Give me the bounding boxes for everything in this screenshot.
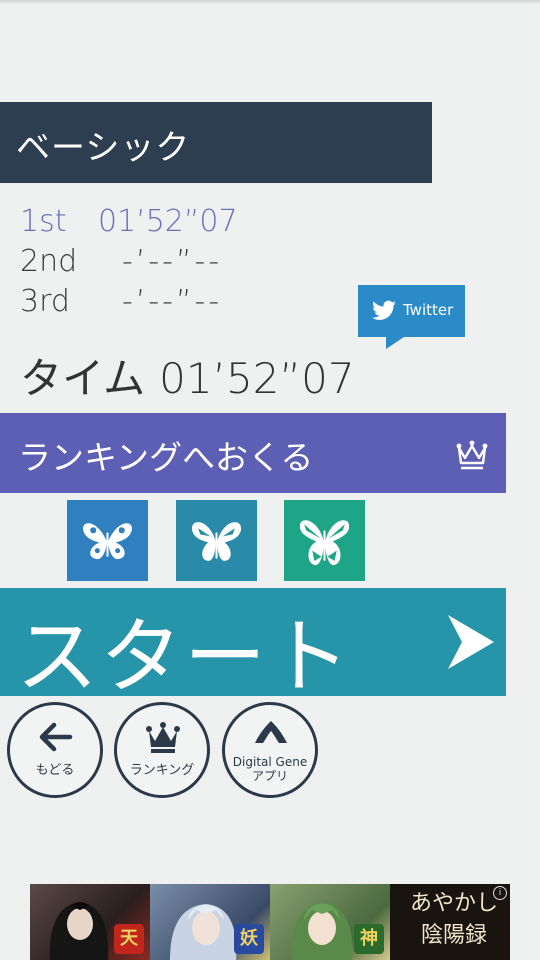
apps-label-line2: アプリ [251,769,288,783]
arrow-left-icon [39,722,73,752]
status-shadow [0,0,540,4]
digital-gene-apps-button[interactable]: Digital Gene アプリ [222,702,318,798]
ad-character-3: 神 [270,884,390,960]
mode-banner: ベーシック [0,102,432,183]
ad-title-line2: 陰陽録 [420,923,487,948]
difficulty-hard-button[interactable] [284,500,365,581]
ad-badge: 神 [354,924,384,954]
record-place: 3rd [20,284,70,319]
ad-info-icon[interactable]: i [493,886,507,900]
ad-title: あやかし 陰陽録 [398,888,510,952]
butterfly-icon [83,523,132,560]
ranking-button[interactable]: ランキング [114,702,210,798]
start-label: スタート [16,610,353,705]
ad-character-1: 天 [30,884,150,960]
play-arrow-icon [448,615,494,669]
result-time-value: 01’52”07 [159,354,355,403]
record-time: 01’52”07 [98,204,238,239]
digital-gene-logo-icon [255,721,287,744]
record-place: 2nd [20,244,78,279]
send-to-ranking-label: ランキングへおくる [18,438,314,477]
apps-label-line1: Digital Gene [232,755,308,769]
mode-title: ベーシック [16,128,191,168]
send-to-ranking-button[interactable]: ランキングへおくる [0,413,506,493]
crown-icon [456,440,488,470]
ad-character-2: 妖 [150,884,270,960]
back-label: もどる [35,763,75,778]
result-time-label: タイム [20,354,146,403]
ad-badge: 天 [114,924,144,954]
twitter-label: Twitter [403,301,454,319]
record-time: -’--”-- [122,284,223,319]
start-button[interactable]: スタート [0,588,506,705]
butterfly-icon [191,522,242,561]
difficulty-easy-button[interactable] [67,500,148,581]
crown-icon [146,722,180,753]
ad-banner[interactable]: 天 妖 神 あやかし 陰陽録 i [30,884,510,960]
twitter-bird-icon [372,300,396,320]
record-place: 1st [20,204,67,239]
result-time: タイム 01’52”07 [20,345,355,406]
back-button[interactable]: もどる [7,702,103,798]
ad-badge: 妖 [234,924,264,954]
ranking-label: ランキング [129,763,195,778]
butterfly-icon [299,520,350,566]
twitter-share-button[interactable]: Twitter [358,285,465,349]
difficulty-normal-button[interactable] [176,500,257,581]
record-time: -’--”-- [122,244,223,279]
